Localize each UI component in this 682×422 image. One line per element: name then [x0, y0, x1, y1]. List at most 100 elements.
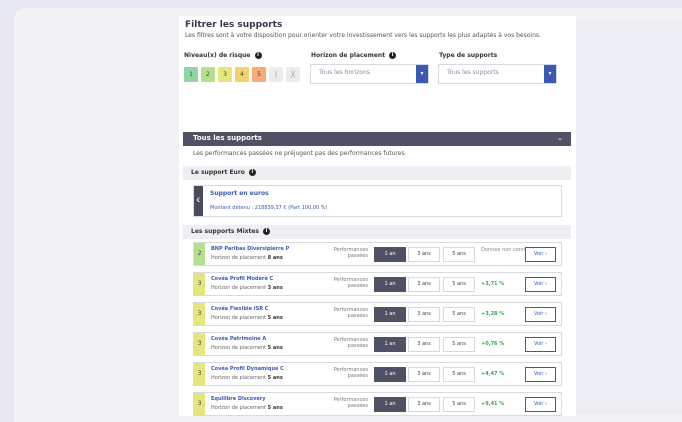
- fund-name[interactable]: Equilibre Discovery: [211, 396, 266, 402]
- fund-performance: +9,41 %: [481, 401, 505, 407]
- risk-badge: 2: [194, 243, 205, 265]
- fund-performance: Donnée non connue: [481, 247, 532, 253]
- euro-section-title: Le support Euro: [191, 169, 245, 176]
- fund-performance: +3,71 %: [481, 281, 505, 287]
- voir-button[interactable]: Voir ›: [525, 397, 556, 412]
- fund-horizon-prefix: Horizon de placement: [211, 285, 267, 291]
- running-icon[interactable]: ᚷ: [286, 67, 300, 82]
- fund-horizon: Horizon de placement 5 ans: [211, 315, 283, 321]
- risk-label-text: Niveau(x) de risque: [184, 52, 251, 59]
- horizon-label: Horizon de placement i: [311, 52, 397, 59]
- fund-name[interactable]: Covéa Patrimoine A: [211, 336, 266, 342]
- info-icon[interactable]: i: [254, 52, 262, 59]
- period-3y-button[interactable]: 3 ans: [408, 337, 440, 352]
- type-select-value: Tous les supports: [447, 69, 499, 76]
- fund-horizon-value: 5 ans: [267, 345, 283, 351]
- period-1y-button[interactable]: 1 an: [374, 397, 406, 412]
- risk-level-5[interactable]: 5: [252, 67, 266, 82]
- risk-level-selector: 1 2 3 4 5 ᛁ ᚷ: [184, 67, 300, 82]
- period-5y-button[interactable]: 5 ans: [443, 247, 475, 262]
- fund-horizon: Horizon de placement 5 ans: [211, 375, 283, 381]
- voir-button[interactable]: Voir ›: [525, 247, 556, 262]
- risk-badge: 3: [194, 393, 205, 415]
- chevron-down-icon: ⌄: [557, 134, 563, 142]
- info-icon[interactable]: i: [263, 228, 271, 235]
- period-3y-button[interactable]: 3 ans: [408, 397, 440, 412]
- period-3y-button[interactable]: 3 ans: [408, 307, 440, 322]
- perf-label: Performances passées: [333, 397, 368, 409]
- fund-row: 3 Covéa Profil Modéré C Horizon de placeme…: [193, 272, 562, 296]
- fund-performance: +3,28 %: [481, 311, 505, 317]
- type-label: Type de supports: [439, 52, 497, 59]
- period-1y-button[interactable]: 1 an: [374, 367, 406, 382]
- voir-button[interactable]: Voir ›: [525, 337, 556, 352]
- info-icon[interactable]: i: [248, 169, 256, 176]
- period-5y-button[interactable]: 5 ans: [443, 277, 475, 292]
- euro-icon: €: [194, 186, 203, 216]
- fund-horizon: Horizon de placement 3 ans: [211, 285, 283, 291]
- fund-name[interactable]: Covéa Profil Modéré C: [211, 276, 273, 282]
- period-1y-button[interactable]: 1 an: [374, 247, 406, 262]
- risk-level-3[interactable]: 3: [218, 67, 232, 82]
- main-content: Filtrer les supports Les filtres sont à …: [179, 16, 576, 416]
- period-3y-button[interactable]: 3 ans: [408, 277, 440, 292]
- fund-name[interactable]: Covéa Flexible ISR C: [211, 306, 268, 312]
- fund-horizon-prefix: Horizon de placement: [211, 405, 267, 411]
- perf-label: Performances passées: [333, 367, 368, 379]
- mixed-section-title: Les supports Mixtes: [191, 228, 260, 235]
- euro-section-header: Le support Euro i: [183, 166, 571, 180]
- risk-badge: 3: [194, 273, 205, 295]
- type-label-text: Type de supports: [439, 52, 498, 59]
- fund-name[interactable]: Covéa Profil Dynamique C: [211, 366, 284, 372]
- fund-horizon-prefix: Horizon de placement: [211, 315, 267, 321]
- risk-badge: 3: [194, 333, 205, 355]
- fund-horizon: Horizon de placement 8 ans: [211, 255, 283, 261]
- risk-level-1[interactable]: 1: [184, 67, 198, 82]
- euro-support-card[interactable]: € Support en euros Montant détenu : 2188…: [193, 185, 562, 217]
- horizon-label-text: Horizon de placement: [311, 52, 386, 59]
- performance-disclaimer: Les performances passées ne préjugent pa…: [193, 150, 405, 157]
- period-5y-button[interactable]: 5 ans: [443, 337, 475, 352]
- fund-horizon: Horizon de placement 5 ans: [211, 345, 283, 351]
- fund-performance: +0,76 %: [481, 341, 505, 347]
- all-supports-header[interactable]: Tous les supports ⌄: [183, 132, 571, 146]
- risk-level-4[interactable]: 4: [235, 67, 249, 82]
- fund-name[interactable]: BNP Paribas Diversipierre P: [211, 246, 289, 252]
- period-3y-button[interactable]: 3 ans: [408, 247, 440, 262]
- period-3y-button[interactable]: 3 ans: [408, 367, 440, 382]
- all-supports-title: Tous les supports: [193, 134, 262, 142]
- risk-level-2[interactable]: 2: [201, 67, 215, 82]
- fund-row: 3 Covéa Patrimoine A Horizon de placement …: [193, 332, 562, 356]
- type-select[interactable]: Tous les supports ▾: [438, 64, 557, 84]
- fund-horizon-value: 5 ans: [267, 315, 283, 321]
- fund-row: 3 Covéa Profil Dynamique C Horizon de plac…: [193, 362, 562, 386]
- fund-horizon-prefix: Horizon de placement: [211, 375, 267, 381]
- horizon-select[interactable]: Tous les horizons ▾: [310, 64, 429, 84]
- period-1y-button[interactable]: 1 an: [374, 337, 406, 352]
- period-1y-button[interactable]: 1 an: [374, 307, 406, 322]
- perf-label: Performances passées: [333, 277, 368, 289]
- horizon-select-value: Tous les horizons: [319, 69, 370, 76]
- fund-performance: +4,47 %: [481, 371, 505, 377]
- walking-icon[interactable]: ᛁ: [269, 67, 283, 82]
- euro-support-name: Support en euros: [210, 190, 269, 197]
- period-5y-button[interactable]: 5 ans: [443, 307, 475, 322]
- voir-button[interactable]: Voir ›: [525, 277, 556, 292]
- fund-row: 3 Equilibre Discovery Horizon de placement…: [193, 392, 562, 416]
- risk-badge: 3: [194, 363, 205, 385]
- fund-horizon-value: 3 ans: [267, 285, 283, 291]
- fund-row: 2 BNP Paribas Diversipierre P Horizon de p…: [193, 242, 562, 266]
- fund-horizon: Horizon de placement 5 ans: [211, 405, 283, 411]
- perf-label: Performances passées: [333, 337, 368, 349]
- info-icon[interactable]: i: [389, 52, 397, 59]
- voir-button[interactable]: Voir ›: [525, 307, 556, 322]
- period-5y-button[interactable]: 5 ans: [443, 367, 475, 382]
- period-1y-button[interactable]: 1 an: [374, 277, 406, 292]
- chevron-down-icon: ▾: [544, 65, 556, 83]
- fund-row: 3 Covéa Flexible ISR C Horizon de placemen…: [193, 302, 562, 326]
- perf-label: Performances passées: [333, 247, 368, 259]
- mixed-section-header: Les supports Mixtes i: [183, 225, 571, 239]
- euro-support-amount: Montant détenu : 218839,37 € (Part 100,0…: [210, 205, 328, 211]
- voir-button[interactable]: Voir ›: [525, 367, 556, 382]
- period-5y-button[interactable]: 5 ans: [443, 397, 475, 412]
